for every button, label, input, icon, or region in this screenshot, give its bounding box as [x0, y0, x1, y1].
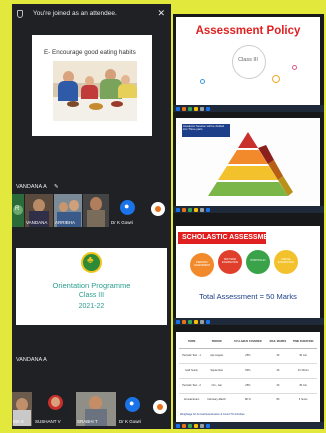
participant-name: Dr K Gowri	[119, 419, 142, 424]
more-participants-tile[interactable]	[149, 392, 171, 426]
table-row: Periodic Test - 1 Apr-August 25% 30 45 m…	[179, 348, 317, 364]
presented-slide-1: E- Encourage good eating habits	[32, 35, 152, 136]
assessment-circle: PORTFOLIO	[246, 250, 270, 274]
taskbar	[173, 206, 324, 213]
slide-scholastic-assessment: SCHOLASTIC ASSESSMENT PERIODIC ASSESSMEN…	[176, 226, 320, 318]
hand-icon: ✎	[54, 184, 59, 190]
screenshot-root: You're joined as an attendee. ✕ E- Encou…	[0, 0, 326, 433]
assessment-circle: ANNUAL EXAMINATION	[274, 250, 298, 274]
table-header-row: TERM PERIOD SYLLABUS COVERED MAX. MARKS …	[179, 336, 317, 349]
decorative-circle	[232, 45, 266, 79]
slide-assessment-policy: Assessment Policy Class III	[176, 17, 320, 105]
presented-slide-2: ♣ Orientation Programme Class III 2021-2…	[16, 248, 167, 325]
presenter-name-1: VANDANA A	[16, 184, 47, 190]
participant-row-2: MA S SUSHANT V SRABHI T ● Dr K Gowri	[12, 392, 171, 426]
decorative-circle	[272, 75, 280, 83]
decorative-circle	[292, 65, 297, 70]
slide-title-bar: SCHOLASTIC ASSESSMENT	[178, 232, 277, 244]
slide-year: 2021-22	[78, 303, 105, 310]
participant-name: ARRIBHA	[55, 220, 76, 225]
table-footnote: Weightage for Annual Examination & Covid…	[180, 413, 245, 416]
table-row: Half Yearly September 50% 40 1h 30min	[179, 363, 317, 379]
family-meal-image	[53, 61, 137, 121]
pyramid-graphic	[208, 132, 293, 196]
participant-name: SUSHANT V	[35, 419, 61, 424]
person-icon: ●	[129, 398, 135, 408]
slide-title: E- Encourage good eating habits	[44, 49, 136, 56]
participant-tile[interactable]: VANDANA	[25, 194, 53, 227]
presenter-name-2: VANDANA A	[16, 357, 47, 363]
table-header-cell: MAX. MARKS	[266, 336, 290, 349]
slides-panel: Assessment Policy Class III Academic Ses…	[173, 14, 324, 429]
shield-icon	[17, 10, 23, 18]
participant-tile[interactable]: ● Dr K Gowri	[110, 194, 144, 227]
school-logo-icon: ♣	[81, 252, 102, 273]
taskbar	[173, 105, 324, 112]
slide-exam-table: TERM PERIOD SYLLABUS COVERED MAX. MARKS …	[176, 332, 320, 422]
slide-title: Assessment Policy	[195, 25, 301, 37]
participant-name: VANDANA	[26, 220, 48, 225]
participant-tile[interactable]: ● Dr K Gowri	[118, 392, 148, 426]
participant-tile[interactable]: SRABHI T	[76, 392, 116, 426]
participant-tile[interactable]: ARRIBHA	[54, 194, 82, 227]
table-header-cell: PERIOD	[204, 336, 230, 349]
slide-title: SCHOLASTIC ASSESSMENT	[182, 234, 278, 241]
attendee-banner-text: You're joined as an attendee.	[33, 10, 117, 17]
decorative-circle	[200, 79, 205, 84]
participant-tile[interactable]: R	[12, 194, 24, 227]
slide-pyramid: Academic Session will be divided into Th…	[176, 118, 320, 206]
table-header-cell: TIME DURATION	[289, 336, 317, 349]
table-header-cell: SYLLABUS COVERED	[229, 336, 267, 349]
meeting-window: You're joined as an attendee. ✕ E- Encou…	[12, 4, 171, 429]
exam-schedule-table: TERM PERIOD SYLLABUS COVERED MAX. MARKS …	[179, 336, 317, 405]
participant-row-1: R VANDANA ARRIBHA ● Dr K Gowri	[12, 194, 171, 227]
participant-name: SRABHI T	[77, 419, 98, 424]
participant-name: Dr K Gowri	[111, 220, 134, 225]
table-row: Periodic Test - 2 Oct - Jan 25% 20 45 mi…	[179, 378, 317, 394]
presentation-area-2: ♣ Orientation Programme Class III 2021-2…	[12, 246, 171, 330]
slide-title: Orientation Programme	[52, 281, 131, 290]
slide-class: Class III	[78, 292, 105, 299]
table-header-cell: TERM	[179, 336, 205, 349]
participant-tile[interactable]: MA S	[12, 392, 32, 426]
participant-name: MA S	[13, 419, 24, 424]
person-icon: ●	[124, 201, 130, 211]
assessment-circle: MID TERM EXAMINATION	[218, 250, 242, 274]
taskbar	[173, 318, 324, 325]
assessment-circle: PERIODIC ASSESSMENT	[190, 253, 214, 277]
close-icon[interactable]: ✕	[157, 8, 165, 18]
participant-tile[interactable]	[83, 194, 109, 227]
attendee-banner: You're joined as an attendee. ✕	[12, 4, 171, 24]
presentation-area-1: E- Encourage good eating habits	[12, 32, 171, 160]
taskbar	[173, 422, 324, 429]
more-participants-tile[interactable]	[146, 194, 171, 227]
participant-tile[interactable]: SUSHANT V	[34, 392, 74, 426]
table-row: Annual Exam February-March 80 % 80 3 hou…	[183, 397, 308, 401]
total-assessment-text: Total Assessment = 50 Marks	[199, 292, 297, 301]
